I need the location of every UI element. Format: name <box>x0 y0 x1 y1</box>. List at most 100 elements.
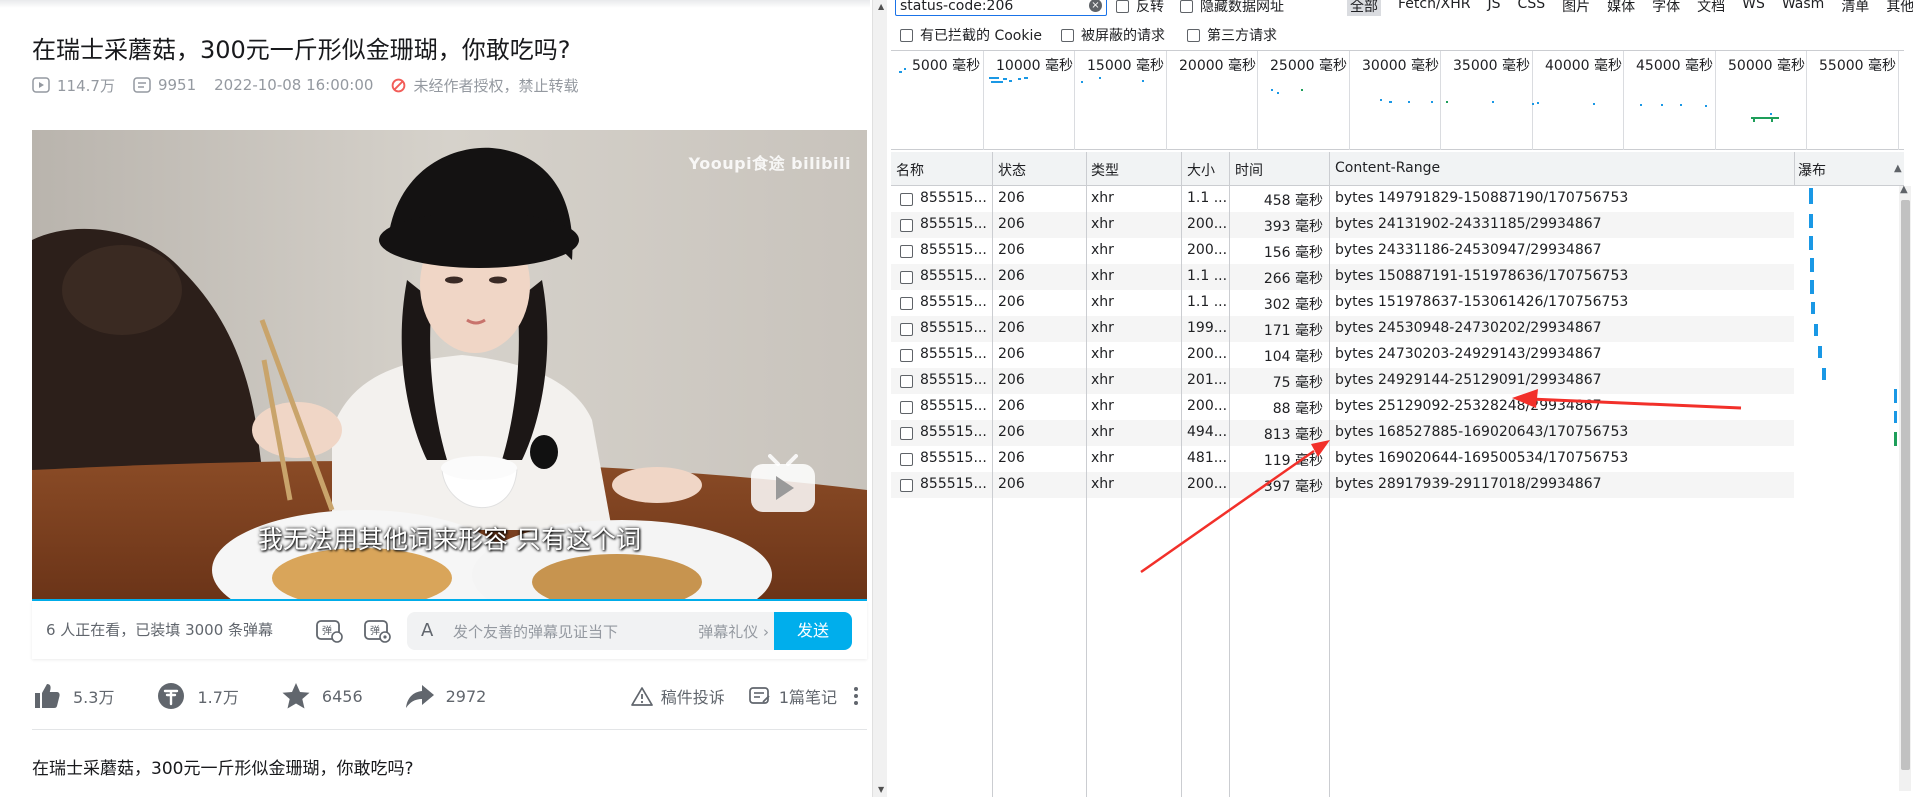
blocked-cookies-checkbox[interactable]: 有已拦截的 Cookie <box>900 25 1042 45</box>
row-checkbox[interactable] <box>900 349 913 362</box>
hide-data-urls-checkbox[interactable]: 隐藏数据网址 <box>1180 0 1284 16</box>
table-row[interactable]: 855515... 206 xhr 481... 119 毫秒 bytes 1690206… <box>891 446 1794 472</box>
row-checkbox[interactable] <box>900 453 913 466</box>
type-other[interactable]: 其他 <box>1886 0 1913 16</box>
danmaku-input[interactable]: A 发个友善的弹幕见证当下 弹幕礼仪 › <box>407 612 781 650</box>
row-checkbox[interactable] <box>900 401 913 414</box>
etiquette-link[interactable]: 弹幕礼仪 › <box>698 621 769 642</box>
cell-time: 302 毫秒 <box>1263 297 1323 313</box>
sort-asc-icon[interactable]: ▲ <box>1894 163 1902 174</box>
cell-name: 855515... <box>920 294 987 310</box>
column-divider[interactable] <box>1181 152 1182 186</box>
type-doc[interactable]: 文档 <box>1697 0 1725 16</box>
blocked-requests-checkbox[interactable]: 被屏蔽的请求 <box>1061 25 1165 45</box>
col-header-time[interactable]: 时间 <box>1235 160 1263 180</box>
cell-size: 200... <box>1187 242 1228 258</box>
more-menu-button[interactable] <box>853 686 867 706</box>
type-all[interactable]: 全部 <box>1347 0 1381 16</box>
row-checkbox[interactable] <box>900 193 913 206</box>
table-row[interactable]: 855515... 206 xhr 1.1 ... 266 毫秒 bytes 150887… <box>891 264 1794 290</box>
col-header-content-range[interactable]: Content-Range <box>1335 160 1440 176</box>
send-button[interactable]: 发送 <box>774 612 852 650</box>
cell-status: 206 <box>998 320 1025 336</box>
col-header-size[interactable]: 大小 <box>1187 160 1215 180</box>
table-row[interactable]: 855515... 206 xhr 200... 156 毫秒 bytes 2433118… <box>891 238 1794 264</box>
table-row[interactable]: 855515... 206 xhr 1.1 ... 458 毫秒 bytes 149791… <box>891 186 1794 212</box>
warning-icon <box>630 687 653 706</box>
row-checkbox[interactable] <box>900 479 913 492</box>
type-fetch-xhr[interactable]: Fetch/XHR <box>1398 0 1471 16</box>
col-header-type[interactable]: 类型 <box>1091 160 1119 180</box>
overview-timeline[interactable]: 5000 毫秒 10000 毫秒 15000 毫秒 20000 毫秒 25000… <box>891 50 1904 150</box>
row-checkbox[interactable] <box>900 427 913 440</box>
like-count: 5.3万 <box>73 688 115 707</box>
column-divider[interactable] <box>1229 152 1230 186</box>
row-checkbox[interactable] <box>900 245 913 258</box>
table-row[interactable]: 855515... 206 xhr 200... 397 毫秒 bytes 2891793… <box>891 472 1794 498</box>
column-divider[interactable] <box>992 152 993 186</box>
type-css[interactable]: CSS <box>1518 0 1546 16</box>
column-divider[interactable] <box>1329 152 1330 186</box>
scroll-up-icon[interactable]: ▲ <box>1900 184 1908 195</box>
type-img[interactable]: 图片 <box>1562 0 1590 16</box>
table-row[interactable]: 855515... 206 xhr 494... 813 毫秒 bytes 1685278… <box>891 420 1794 446</box>
waterfall-bar <box>1809 188 1813 204</box>
col-header-waterfall[interactable]: 瀑布 <box>1798 160 1826 180</box>
notes-label: 1篇笔记 <box>778 688 837 707</box>
row-checkbox[interactable] <box>900 271 913 284</box>
danmaku-toggle-icon[interactable]: 弹 <box>315 616 343 644</box>
danmaku-settings-icon[interactable]: 弹 <box>363 616 391 644</box>
invert-checkbox[interactable]: 反转 <box>1116 0 1164 16</box>
favorite-button[interactable]: 6456 <box>281 681 363 711</box>
cell-type: xhr <box>1091 320 1114 336</box>
scrollbar-thumb[interactable] <box>1901 200 1910 770</box>
scroll-up-icon[interactable]: ▲ <box>878 2 884 11</box>
table-row[interactable]: 855515... 206 xhr 200... 104 毫秒 bytes 2473020… <box>891 342 1794 368</box>
scroll-down-icon[interactable]: ▼ <box>878 785 884 794</box>
row-checkbox[interactable] <box>900 323 913 336</box>
table-row[interactable]: 855515... 206 xhr 200... 393 毫秒 bytes 2413190… <box>891 212 1794 238</box>
hide-data-urls-box[interactable] <box>1180 0 1193 13</box>
row-checkbox[interactable] <box>900 297 913 310</box>
invert-checkbox-box[interactable] <box>1116 0 1129 13</box>
column-divider[interactable] <box>1794 152 1795 186</box>
blocked-requests-box[interactable] <box>1061 29 1074 42</box>
col-header-name[interactable]: 名称 <box>896 160 924 180</box>
table-row[interactable]: 855515... 206 xhr 201... 75 毫秒 bytes 24929144… <box>891 368 1794 394</box>
notes-button[interactable]: 1篇笔记 <box>748 684 837 708</box>
scrollbar-track[interactable]: ▲ ▼ <box>872 0 887 797</box>
text-style-icon[interactable]: A <box>421 620 433 641</box>
like-button[interactable]: 5.3万 <box>32 681 114 711</box>
cell-status: 206 <box>998 242 1025 258</box>
filter-input[interactable]: status-code:206 × <box>895 0 1107 16</box>
video-player[interactable]: Yooupi食途 bilibili 我无法用其他词来形容 只有这个词 <box>32 130 867 599</box>
table-row[interactable]: 855515... 206 xhr 199... 171 毫秒 bytes 2453094… <box>891 316 1794 342</box>
type-js[interactable]: JS <box>1488 0 1501 16</box>
cell-content-range: bytes 169020644-169500534/170756753 <box>1335 450 1629 466</box>
clear-filter-icon[interactable]: × <box>1089 0 1102 12</box>
type-manifest[interactable]: 清单 <box>1841 0 1869 16</box>
report-button[interactable]: 稿件投诉 <box>630 684 725 708</box>
cell-name: 855515... <box>920 346 987 362</box>
column-divider[interactable] <box>1086 152 1087 186</box>
share-button[interactable]: 2972 <box>405 681 486 711</box>
col-header-status[interactable]: 状态 <box>998 160 1026 180</box>
third-party-box[interactable] <box>1187 29 1200 42</box>
type-media[interactable]: 媒体 <box>1607 0 1635 16</box>
type-font[interactable]: 字体 <box>1652 0 1680 16</box>
table-scrollbar[interactable]: ▲ <box>1899 184 1911 791</box>
cell-time: 458 毫秒 <box>1263 193 1323 209</box>
coin-button[interactable]: 1.7万 <box>156 681 239 711</box>
table-row[interactable]: 855515... 206 xhr 1.1 ... 302 毫秒 bytes 151978… <box>891 290 1794 316</box>
cell-name: 855515... <box>920 268 987 284</box>
third-party-checkbox[interactable]: 第三方请求 <box>1187 25 1277 45</box>
row-checkbox[interactable] <box>900 375 913 388</box>
type-ws[interactable]: WS <box>1742 0 1765 16</box>
type-wasm[interactable]: Wasm <box>1782 0 1824 16</box>
publish-date: 2022-10-08 16:00:00 <box>214 76 374 94</box>
page-scrollbar[interactable]: ▲ ▼ <box>870 0 891 797</box>
row-checkbox[interactable] <box>900 219 913 232</box>
tv-play-icon[interactable] <box>748 452 818 516</box>
blocked-cookies-box[interactable] <box>900 29 913 42</box>
table-row[interactable]: 855515... 206 xhr 200... 88 毫秒 bytes 25129092… <box>891 394 1794 420</box>
